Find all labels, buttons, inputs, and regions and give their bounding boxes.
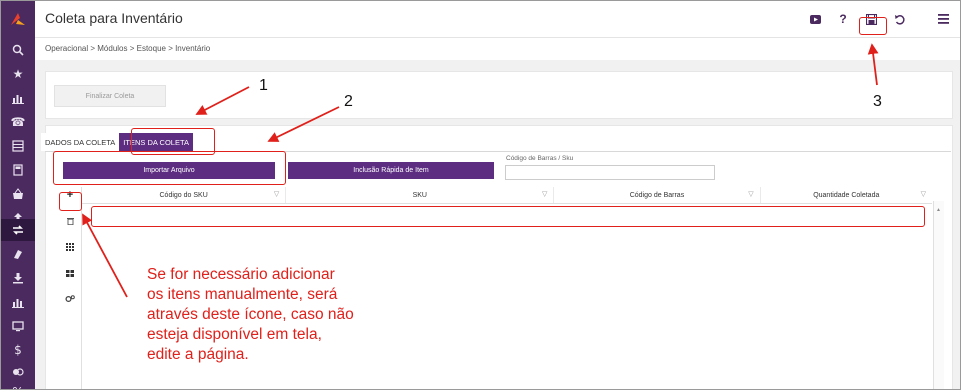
breadcrumb-bar: Operacional > Módulos > Estoque > Invent… [35, 38, 960, 60]
search-icon[interactable] [1, 39, 35, 61]
highlight-add-icon [59, 192, 82, 211]
note-line: os itens manualmente, será [147, 286, 338, 303]
column-sku[interactable]: SKU ▽ [286, 187, 555, 203]
list-icon[interactable] [1, 135, 35, 157]
trash-icon[interactable] [59, 213, 81, 229]
percent-icon[interactable]: % [1, 381, 35, 389]
dollar-icon[interactable]: $ [1, 339, 35, 361]
actions-panel: Finalizar Coleta [45, 71, 953, 119]
breadcrumb: Operacional > Módulos > Estoque > Invent… [45, 44, 211, 53]
highlight-save-icon [859, 17, 887, 35]
youtube-icon[interactable] [804, 10, 826, 28]
help-icon[interactable]: ? [832, 10, 854, 28]
column-label: Código de Barras [629, 191, 685, 199]
note-line: esteja disponível em tela, [147, 326, 322, 343]
annotation-number-2: 2 [344, 93, 353, 110]
column-quantidade-coletada[interactable]: Quantidade Coletada ▽ [761, 187, 932, 203]
phone-icon[interactable]: ☎ [1, 111, 35, 133]
page-title: Coleta para Inventário [45, 10, 183, 26]
header: Coleta para Inventário ? [35, 1, 960, 38]
vertical-scrollbar[interactable]: ▲ [933, 201, 944, 389]
annotation-number-1: 1 [259, 77, 268, 94]
tag-icon[interactable] [1, 243, 35, 265]
barcode-label: Código de Barras / Sku [506, 155, 574, 162]
filter-icon[interactable]: ▽ [542, 190, 547, 198]
calculator-icon[interactable] [1, 159, 35, 181]
column-label: SKU [412, 191, 427, 199]
tab-dados-da-coleta[interactable]: DADOS DA COLETA [41, 133, 120, 151]
note-line: edite a página. [147, 346, 249, 363]
chart-icon[interactable] [1, 87, 35, 109]
column-codigo-barras[interactable]: Código de Barras ▽ [554, 187, 761, 203]
app-window: ★ ☎ $ Coleta para Inventário ? Operacion… [0, 0, 961, 390]
download-icon[interactable] [1, 267, 35, 289]
note-line: Se for necessário adicionar [147, 266, 335, 283]
exchange-icon[interactable] [1, 219, 35, 241]
annotation-note: Se for necessário adicionar os itens man… [147, 265, 387, 365]
note-line: através deste ícone, caso não [147, 306, 354, 323]
scroll-up-icon[interactable]: ▲ [936, 207, 941, 213]
grid-icon[interactable] [59, 239, 81, 255]
menu-icon[interactable] [932, 10, 954, 28]
filter-icon[interactable]: ▽ [274, 190, 279, 198]
grid-header: Código do SKU ▽ SKU ▽ Código de Barras ▽… [82, 187, 932, 204]
barcode-input[interactable] [505, 165, 715, 180]
bar-chart-icon[interactable] [1, 291, 35, 313]
blocks-icon[interactable] [59, 265, 81, 281]
highlight-grid-row [91, 206, 925, 227]
column-codigo-sku[interactable]: Código do SKU ▽ [82, 187, 287, 203]
filter-icon[interactable]: ▽ [748, 190, 753, 198]
highlight-import-button [53, 151, 286, 185]
star-icon[interactable]: ★ [1, 63, 35, 85]
annotation-number-3: 3 [873, 93, 882, 110]
finalizar-coleta-button[interactable]: Finalizar Coleta [54, 85, 166, 107]
column-label: Quantidade Coletada [813, 191, 880, 199]
handshake-icon[interactable] [1, 361, 35, 383]
column-label: Código do SKU [159, 191, 208, 199]
settings-icon[interactable] [59, 291, 81, 307]
monitor-icon[interactable] [1, 315, 35, 337]
sidebar: ★ ☎ $ [1, 1, 35, 389]
logo-icon [11, 13, 25, 25]
filter-icon[interactable]: ▽ [921, 190, 926, 198]
undo-icon[interactable] [888, 10, 910, 28]
basket-icon[interactable] [1, 183, 35, 205]
inclusao-rapida-button[interactable]: Inclusão Rápida de Item [288, 162, 494, 179]
